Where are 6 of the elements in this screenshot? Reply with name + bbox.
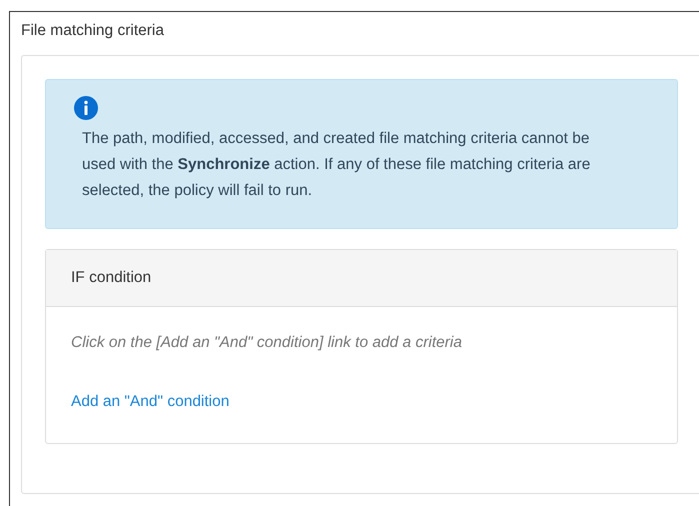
hint-text: Click on the [Add an "And" condition] link to add a criteria [71,334,463,352]
info-icon [74,96,98,120]
add-condition-link[interactable]: Add an "And" condition [71,393,230,411]
section-title: File matching criteria [20,21,165,41]
alert-message: The path, modified, accessed, and created file matching criteria cannot be used with the Synchronize action. If any of these file matching criteria are selected, the policy will fail to run. [82,129,592,201]
panel-title: IF condition [71,269,152,286]
